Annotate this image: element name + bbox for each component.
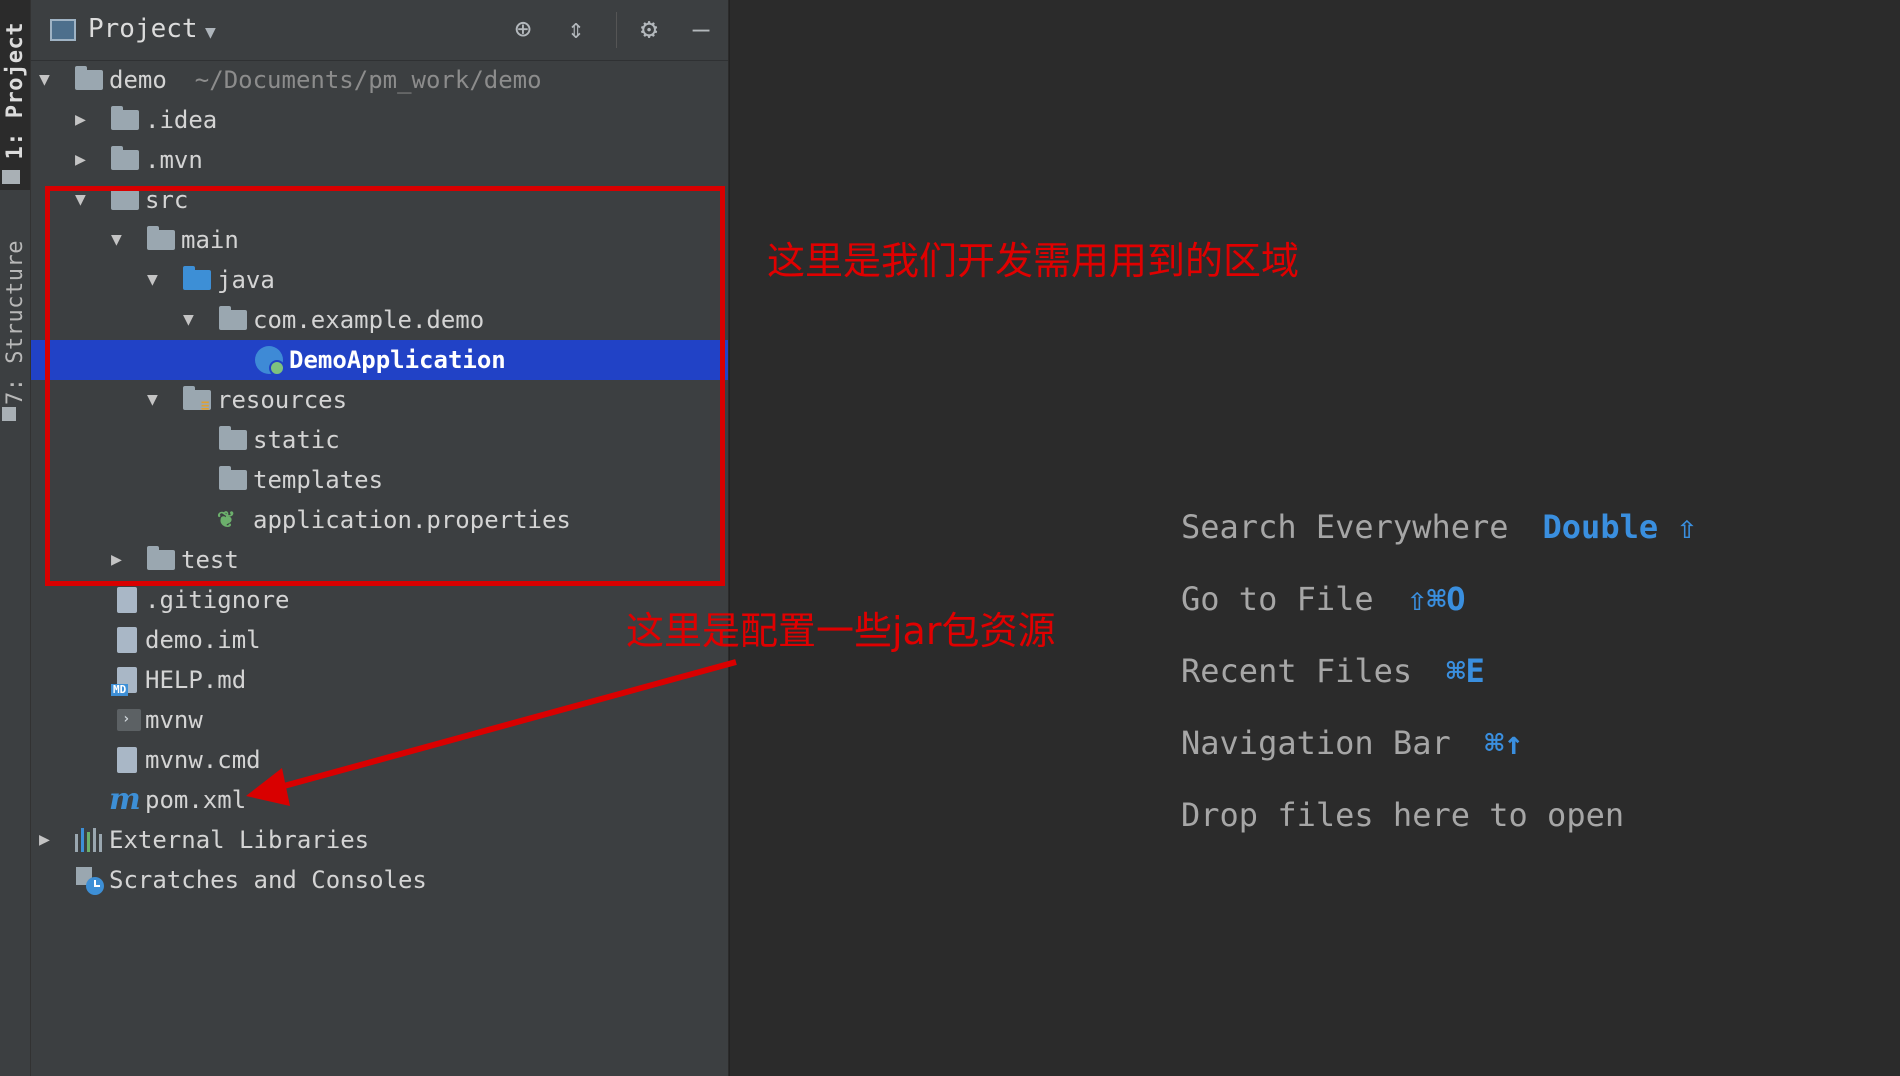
tree-row-gitignore[interactable]: .gitignore [31,580,728,620]
tree-label-help-md: HELP.md [145,666,247,694]
tree-row-mvn[interactable]: ▶ .mvn [31,140,728,180]
project-tool-tab[interactable]: 1: Project [0,0,30,190]
expanded-arrow-icon[interactable]: ▼ [39,60,50,100]
hint-shortcut: ⇧⌘O [1407,580,1466,618]
md-badge: MD [111,683,129,696]
project-view-icon [50,19,76,41]
hint-recent-files: Recent Files ⌘E [1181,652,1485,690]
tree-label-demo-iml: demo.iml [145,626,261,654]
module-folder-icon [75,66,103,90]
hint-action: Recent Files [1181,652,1413,690]
libraries-icon [75,828,103,852]
collapsed-arrow-icon[interactable]: ▶ [75,140,86,180]
tree-row-external-libraries[interactable]: ▶ External Libraries [31,820,728,860]
collapse-all-icon[interactable]: ⇕ [561,14,591,44]
header-divider [616,12,617,48]
folder-icon [2,170,20,184]
annotation-src-note: 这里是我们开发需用用到的区域 [767,239,1300,283]
collapsed-arrow-icon[interactable]: ▶ [75,100,86,140]
tree-row-help-md[interactable]: MD HELP.md [31,660,728,700]
hint-navigation-bar: Navigation Bar ⌘↑ [1181,724,1523,762]
collapsed-arrow-icon[interactable]: ▶ [39,820,50,860]
module-file-icon [117,627,137,653]
tree-row-demo-iml[interactable]: demo.iml [31,620,728,660]
hint-action: Go to File [1181,580,1374,618]
hint-action: Navigation Bar [1181,724,1451,762]
tree-label-external-libraries: External Libraries [109,826,370,854]
gear-icon[interactable]: ⚙ [634,14,664,44]
annotation-highlight-box [45,186,725,586]
tool-window-strip: 1: Project 7: Structure [0,0,31,1076]
ignore-file-icon [117,587,137,613]
tree-row-idea[interactable]: ▶ .idea [31,100,728,140]
structure-icon [2,407,16,421]
scratches-icon [75,866,105,896]
hint-action: Search Everywhere [1181,508,1509,546]
tree-label-pom-xml: pom.xml [145,786,247,814]
maven-icon: m [109,782,141,817]
tree-label-mvnw: mvnw [145,706,203,734]
hide-panel-icon[interactable]: — [686,14,716,44]
editor-area[interactable]: Search Everywhere Double ⇧ Go to File ⇧⌘O … [729,0,1900,1076]
tree-label-demo: demo ~/Documents/pm_work/demo [109,60,542,100]
tree-row-scratches[interactable]: Scratches and Consoles [31,860,728,900]
hint-action: Drop files here to open [1181,796,1625,834]
tree-row-mvnw[interactable]: › mvnw [31,700,728,740]
terminal-prompt-icon: › [122,711,131,727]
tree-label-mvnw-cmd: mvnw.cmd [145,746,261,774]
text-file-icon [117,747,137,773]
hint-drop-files: Drop files here to open [1181,796,1624,834]
hint-shortcut: ⌘E [1446,652,1485,690]
annotation-jar-note: 这里是配置一些jar包资源 [626,609,1056,653]
panel-title[interactable]: Project [88,14,198,44]
tree-root-name: demo [109,66,167,94]
hint-shortcut: ⌘↑ [1484,724,1524,762]
hint-shortcut: Double ⇧ [1542,508,1697,546]
project-tool-tab-label: 1: Project [3,22,28,160]
locate-file-icon[interactable]: ⊕ [508,14,538,44]
project-panel-header: Project ▼ ⊕ ⇕ ⚙ — [31,0,728,61]
tree-label-mvn: .mvn [145,146,203,174]
tree-root-path: ~/Documents/pm_work/demo [194,66,542,94]
tree-label-scratches: Scratches and Consoles [109,866,427,894]
folder-icon [111,106,139,130]
tree-label-idea: .idea [145,106,218,134]
chevron-down-icon[interactable]: ▼ [205,22,216,43]
structure-tool-tab[interactable]: 7: Structure [0,232,30,432]
tree-row-mvnw-cmd[interactable]: mvnw.cmd [31,740,728,780]
folder-icon [111,146,139,170]
structure-tool-tab-label: 7: Structure [3,240,28,405]
tree-row-demo[interactable]: ▼ demo ~/Documents/pm_work/demo [31,60,728,100]
hint-go-to-file: Go to File ⇧⌘O [1181,580,1465,618]
tree-row-pom-xml[interactable]: m pom.xml [31,780,728,820]
tree-label-gitignore: .gitignore [145,586,290,614]
hint-search-everywhere: Search Everywhere Double ⇧ [1181,508,1697,546]
